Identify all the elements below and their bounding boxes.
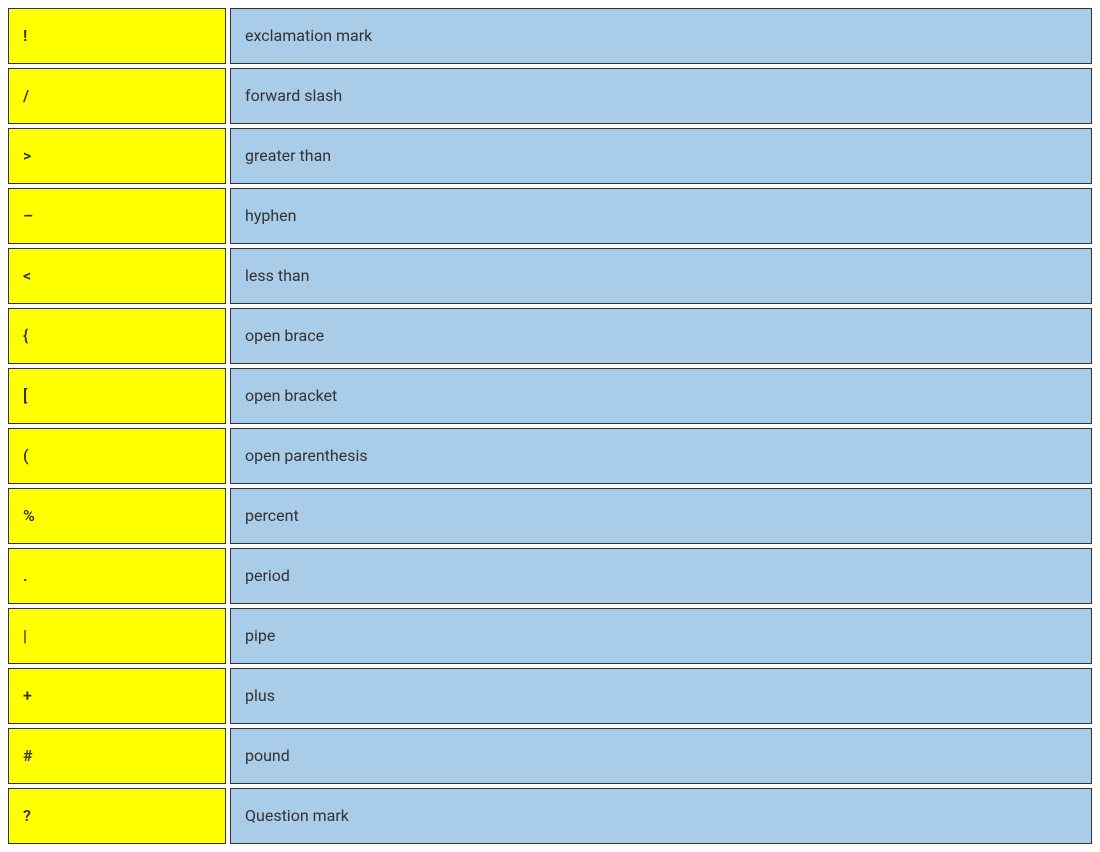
name-cell: percent — [230, 488, 1092, 544]
table-row: < less than — [8, 248, 1092, 304]
table-row: . period — [8, 548, 1092, 604]
symbol-cell: ( — [8, 428, 226, 484]
name-cell: pipe — [230, 608, 1092, 664]
symbol-cell: | — [8, 608, 226, 664]
table-row: ! exclamation mark — [8, 8, 1092, 64]
symbol-cell: / — [8, 68, 226, 124]
table-row: | pipe — [8, 608, 1092, 664]
symbol-cell: % — [8, 488, 226, 544]
symbol-cell: # — [8, 728, 226, 784]
name-cell: exclamation mark — [230, 8, 1092, 64]
name-cell: period — [230, 548, 1092, 604]
name-cell: hyphen — [230, 188, 1092, 244]
table-row: [ open bracket — [8, 368, 1092, 424]
symbol-cell: . — [8, 548, 226, 604]
table-row: ( open parenthesis — [8, 428, 1092, 484]
table-row: # pound — [8, 728, 1092, 784]
name-cell: forward slash — [230, 68, 1092, 124]
table-row: > greater than — [8, 128, 1092, 184]
name-cell: less than — [230, 248, 1092, 304]
name-cell: plus — [230, 668, 1092, 724]
symbol-cell: [ — [8, 368, 226, 424]
name-cell: Question mark — [230, 788, 1092, 844]
table-row: + plus — [8, 668, 1092, 724]
table-row: ? Question mark — [8, 788, 1092, 844]
name-cell: open parenthesis — [230, 428, 1092, 484]
symbol-cell: – — [8, 188, 226, 244]
table-row: – hyphen — [8, 188, 1092, 244]
symbol-cell: ! — [8, 8, 226, 64]
symbol-cell: { — [8, 308, 226, 364]
name-cell: pound — [230, 728, 1092, 784]
symbol-cell: > — [8, 128, 226, 184]
name-cell: greater than — [230, 128, 1092, 184]
symbol-cell: ? — [8, 788, 226, 844]
table-row: { open brace — [8, 308, 1092, 364]
symbols-table: ! exclamation mark / forward slash > gre… — [4, 4, 1096, 848]
table-row: / forward slash — [8, 68, 1092, 124]
symbol-cell: < — [8, 248, 226, 304]
table-row: % percent — [8, 488, 1092, 544]
name-cell: open brace — [230, 308, 1092, 364]
name-cell: open bracket — [230, 368, 1092, 424]
symbol-cell: + — [8, 668, 226, 724]
